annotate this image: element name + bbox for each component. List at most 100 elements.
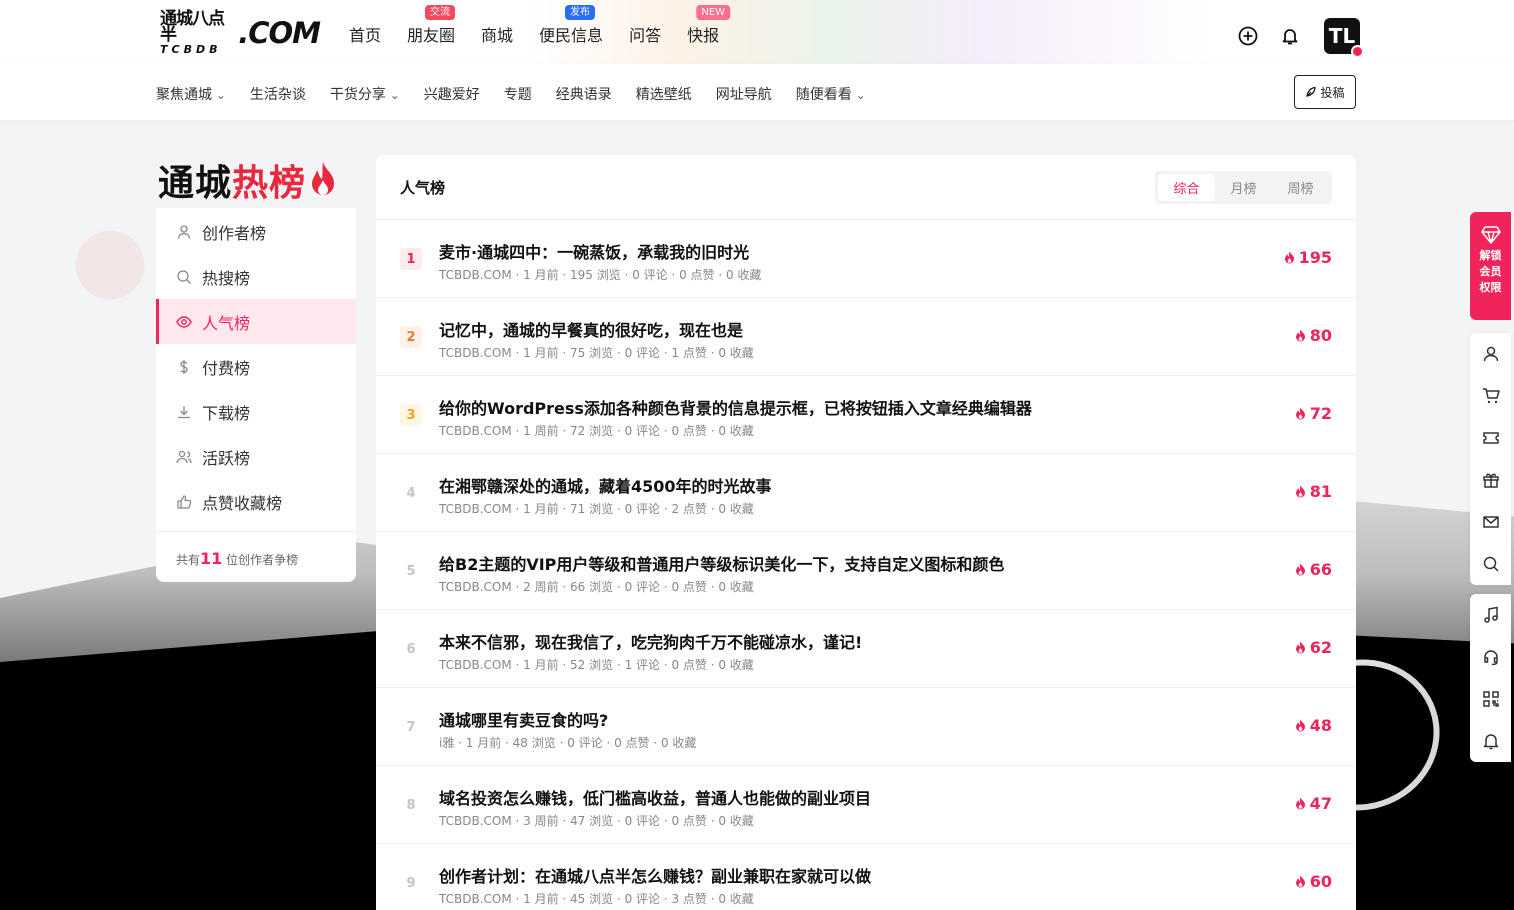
creator-count: 共有11 位创作者争榜: [156, 531, 356, 568]
ranking-row[interactable]: 2 记忆中，通城的早餐真的很好吃，现在也是 TCBDB.COM · 1 月前 · 7…: [376, 298, 1356, 376]
ranking-row[interactable]: 9 创作者计划：在通城八点半怎么赚钱？副业兼职在家就可以做 TCBDB.COM · …: [376, 844, 1356, 910]
category-item[interactable]: 随便看看: [796, 84, 866, 104]
ranking-row[interactable]: 5 给B2主题的VIP用户等级和普通用户等级标识美化一下，支持自定义图标和颜色 TC…: [376, 532, 1356, 610]
post-title-link[interactable]: 记忆中，通城的早餐真的很好吃，现在也是: [439, 317, 743, 341]
fire-icon: [1295, 563, 1305, 576]
search-icon[interactable]: [1470, 543, 1511, 585]
category-nav: 聚焦通城 生活杂谈 干货分享 兴趣爱好 专题 经典语录 精选壁纸 网址导航 随便…: [0, 64, 1514, 120]
post-meta: i雅 · 1 月前 · 48 浏览 · 0 评论 · 0 点赞 · 0 收藏: [439, 736, 697, 750]
thumbs-up-icon: [177, 494, 192, 509]
fire-icon: [1295, 875, 1305, 888]
sidebar-item-paid[interactable]: 付费榜: [156, 344, 356, 389]
tab-weekly[interactable]: 周榜: [1272, 174, 1329, 201]
list-title: 人气榜: [400, 178, 446, 197]
category-item[interactable]: 经典语录: [556, 84, 612, 104]
nav-item-home[interactable]: 首页: [349, 22, 381, 46]
rank-number: 5: [406, 563, 416, 579]
site-logo[interactable]: 通城八点半 TCBDB .COM: [160, 10, 321, 56]
category-item[interactable]: 兴趣爱好: [424, 84, 480, 104]
ranking-row[interactable]: 7 通城哪里有卖豆食的吗? i雅 · 1 月前 · 48 浏览 · 0 评论 · 0…: [376, 688, 1356, 766]
sidebar-title-b: 热榜: [232, 163, 307, 204]
ranking-row[interactable]: 1 麦市·通城四中：一碗蒸饭，承载我的旧时光 TCBDB.COM · 1 月前 · …: [376, 220, 1356, 298]
heat-value: 66: [1309, 560, 1332, 579]
flame-icon: [312, 162, 335, 195]
top-header: 通城八点半 TCBDB .COM 首页 交流 朋友圈 商城 发布 便民信息 问答 N…: [0, 0, 1514, 64]
heat-value: 81: [1309, 482, 1332, 501]
add-circle-icon[interactable]: [1236, 24, 1260, 48]
post-button[interactable]: 投稿: [1294, 75, 1356, 109]
rank-number: 9: [406, 875, 416, 891]
headset-icon[interactable]: [1470, 636, 1511, 678]
sidebar-item-creators[interactable]: 创作者榜: [156, 209, 356, 254]
tab-overall[interactable]: 综合: [1158, 174, 1215, 201]
heat-score: 80: [1294, 326, 1332, 345]
floating-toolbar-1: [1470, 333, 1511, 585]
sidebar-item-active[interactable]: 活跃榜: [156, 434, 356, 479]
category-item[interactable]: 专题: [504, 84, 532, 104]
logo-sub-text: TCBDB: [160, 42, 222, 56]
fire-icon: [1295, 797, 1305, 810]
heat-value: 47: [1309, 794, 1332, 813]
ticket-icon[interactable]: [1470, 417, 1511, 459]
diamond-icon: [1480, 226, 1501, 244]
heat-score: 195: [1283, 248, 1332, 267]
category-item[interactable]: 网址导航: [716, 84, 772, 104]
nav-item-moments[interactable]: 交流 朋友圈: [407, 5, 455, 46]
fire-icon: [1284, 251, 1294, 264]
unlock-vip-button[interactable]: 解锁 会员 权限: [1470, 212, 1511, 320]
music-icon[interactable]: [1470, 594, 1511, 636]
heat-value: 62: [1309, 638, 1332, 657]
category-item[interactable]: 生活杂谈: [250, 84, 306, 104]
heat-value: 195: [1298, 248, 1332, 267]
ranking-row[interactable]: 3 给你的WordPress添加各种颜色背景的信息提示框，已将按钮插入文章经典编辑…: [376, 376, 1356, 454]
nav-badge: 发布: [565, 5, 596, 20]
qrcode-icon[interactable]: [1470, 678, 1511, 720]
cart-icon[interactable]: [1470, 375, 1511, 417]
bell-icon[interactable]: [1278, 24, 1302, 48]
download-icon: [178, 405, 190, 418]
category-item[interactable]: 聚焦通城: [156, 84, 226, 104]
heat-value: 60: [1309, 872, 1332, 891]
post-title-link[interactable]: 给B2主题的VIP用户等级和普通用户等级标识美化一下，支持自定义图标和颜色: [439, 551, 1004, 575]
sidebar-item-likes[interactable]: 点赞收藏榜: [156, 479, 356, 524]
post-title-link[interactable]: 麦市·通城四中：一碗蒸饭，承载我的旧时光: [439, 239, 749, 263]
eye-icon: [176, 315, 192, 328]
rank-number: 2: [400, 326, 422, 348]
tab-monthly[interactable]: 月榜: [1215, 174, 1272, 201]
ranking-row[interactable]: 4 在湘鄂赣深处的通城，藏着4500年的时光故事 TCBDB.COM · 1 月前 …: [376, 454, 1356, 532]
post-title-link[interactable]: 域名投资怎么赚钱，低门槛高收益，普通人也能做的副业项目: [439, 785, 871, 809]
sidebar-item-popular[interactable]: 人气榜: [156, 299, 356, 344]
sidebar-title-a: 通城: [158, 163, 233, 204]
category-item[interactable]: 干货分享: [330, 84, 400, 104]
nav-item-qa[interactable]: 问答: [629, 22, 661, 46]
post-meta: TCBDB.COM · 1 月前 · 75 浏览 · 0 评论 · 1 点赞 ·…: [439, 346, 754, 360]
bell-icon[interactable]: [1470, 720, 1511, 762]
nav-item-shop[interactable]: 商城: [481, 22, 513, 46]
nav-item-info[interactable]: 发布 便民信息: [539, 5, 603, 46]
heat-score: 60: [1294, 872, 1332, 891]
avatar-text: TL: [1328, 24, 1356, 48]
verified-badge-icon: [1351, 45, 1364, 58]
nav-item-news[interactable]: NEW 快报: [687, 5, 731, 46]
sidebar-item-hot-search[interactable]: 热搜榜: [156, 254, 356, 299]
mail-icon[interactable]: [1470, 501, 1511, 543]
users-icon: [176, 450, 192, 463]
heat-score: 81: [1294, 482, 1332, 501]
post-title-link[interactable]: 本来不信邪，现在我信了，吃完狗肉千万不能碰凉水，谨记!: [439, 629, 862, 653]
nav-badge: NEW: [696, 5, 731, 20]
post-meta: TCBDB.COM · 1 月前 · 71 浏览 · 0 评论 · 2 点赞 ·…: [439, 502, 754, 516]
post-title-link[interactable]: 在湘鄂赣深处的通城，藏着4500年的时光故事: [439, 473, 772, 497]
heat-value: 72: [1309, 404, 1332, 423]
sidebar-item-downloads[interactable]: 下载榜: [156, 389, 356, 434]
post-title-link[interactable]: 给你的WordPress添加各种颜色背景的信息提示框，已将按钮插入文章经典编辑器: [439, 395, 1032, 419]
category-item[interactable]: 精选壁纸: [636, 84, 692, 104]
post-title-link[interactable]: 创作者计划：在通城八点半怎么赚钱？副业兼职在家就可以做: [439, 863, 871, 887]
fire-icon: [1295, 641, 1305, 654]
avatar[interactable]: TL: [1324, 18, 1364, 58]
ranking-row[interactable]: 6 本来不信邪，现在我信了，吃完狗肉千万不能碰凉水，谨记! TCBDB.COM · …: [376, 610, 1356, 688]
gift-icon[interactable]: [1470, 459, 1511, 501]
post-title-link[interactable]: 通城哪里有卖豆食的吗?: [439, 707, 608, 731]
user-icon[interactable]: [1470, 333, 1511, 375]
period-tabs: 综合 月榜 周榜: [1155, 171, 1332, 204]
ranking-row[interactable]: 8 域名投资怎么赚钱，低门槛高收益，普通人也能做的副业项目 TCBDB.COM · …: [376, 766, 1356, 844]
